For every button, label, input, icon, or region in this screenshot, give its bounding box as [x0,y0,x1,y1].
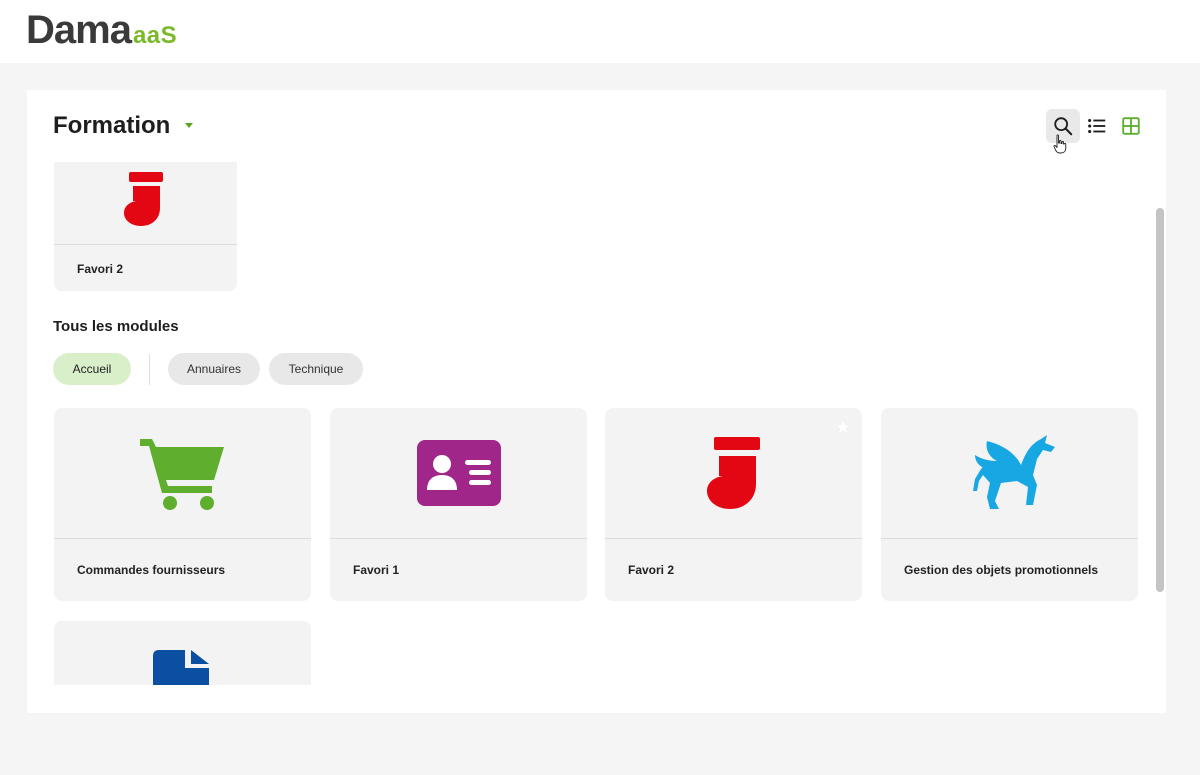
card-divider [881,538,1138,539]
page-title[interactable]: Formation [53,112,170,140]
chevron-down-icon[interactable] [185,123,193,128]
shopping-cart-icon [139,439,224,510]
grid-view-button[interactable] [1114,109,1148,143]
document-icon [153,650,209,690]
main-panel: Formation Favori 2 Tous les modules Accu… [27,90,1166,713]
grid-view-icon [1122,117,1140,135]
module-card-label: Gestion des objets promotionnels [904,563,1099,577]
stocking-icon [706,437,760,509]
panel-bottom-padding [27,685,1166,713]
module-card-label: Favori 1 [353,563,400,577]
module-card-favori-1[interactable]: Favori 1 [330,408,587,601]
list-view-icon [1088,118,1106,134]
module-card-label: Favori 2 [628,563,675,577]
logo-main-text: Dama [26,8,132,52]
id-card-icon [416,440,501,506]
hand-cursor-icon [1053,134,1067,154]
app-logo[interactable]: Dama aaS [26,10,177,50]
card-divider [54,538,311,539]
module-card-commandes-fournisseurs[interactable]: Commandes fournisseurs [54,408,311,601]
module-card-favori-2[interactable]: Favori 2 [605,408,862,601]
module-card-label: Commandes fournisseurs [77,563,226,577]
section-title-all-modules: Tous les modules [53,318,179,335]
filter-chip-accueil[interactable]: Accueil [53,353,131,385]
favorite-card-label: Favori 2 [77,262,124,276]
filter-chip-annuaires[interactable]: Annuaires [168,353,260,385]
list-view-button[interactable] [1080,109,1114,143]
pegasus-icon [972,435,1055,509]
module-card-gestion-objets-promotionnels[interactable]: Gestion des objets promotionnels [881,408,1138,601]
stocking-icon [124,172,163,226]
favorite-card[interactable]: Favori 2 [54,162,237,291]
card-divider [330,538,587,539]
top-bar: Dama aaS [0,0,1200,63]
card-divider [54,244,237,245]
card-divider [605,538,862,539]
logo-suffix-text: aaS [132,22,178,49]
filter-divider [149,354,150,385]
filter-chip-technique[interactable]: Technique [269,353,363,385]
vertical-scrollbar[interactable] [1156,208,1164,592]
